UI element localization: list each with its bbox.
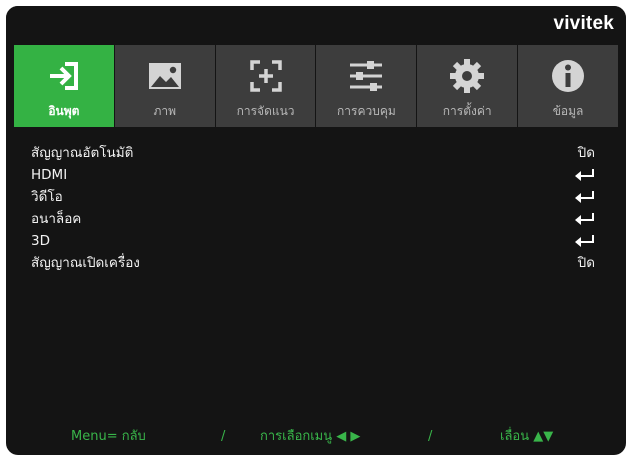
menu-item-label: 3D <box>31 233 50 249</box>
menu-item-power-on-source[interactable]: สัญญาณเปิดเครื่อง ปิด <box>14 252 618 274</box>
menu-item-label: อนาล็อค <box>31 211 82 227</box>
menu-item-auto-source[interactable]: สัญญาณอัตโนมัติ ปิด <box>14 142 618 164</box>
tab-picture[interactable]: ภาพ <box>114 45 215 127</box>
menu-item-value: ปิด <box>577 145 595 161</box>
tab-label: อินพุต <box>48 104 80 118</box>
gear-icon <box>450 59 485 93</box>
menu-item-label: วิดีโอ <box>31 189 63 205</box>
enter-icon <box>575 191 594 203</box>
alignment-icon <box>249 60 282 92</box>
enter-icon <box>575 213 594 225</box>
menu-item-label: สัญญาณอัตโนมัติ <box>31 145 134 161</box>
menu-item-analog[interactable]: อนาล็อค <box>14 208 618 230</box>
tab-input[interactable]: อินพุต <box>14 45 114 127</box>
tab-information[interactable]: ข้อมูล <box>518 45 618 127</box>
input-menu-list: สัญญาณอัตโนมัติ ปิด HDMI วิดีโอ อนาล็อค <box>14 132 618 417</box>
enter-icon <box>575 235 594 247</box>
osd-menu-window: vivitek อินพุต ภาพ การจัดแนว การควบคุม ก… <box>6 6 626 455</box>
tab-label: การจัดแนว <box>236 104 295 118</box>
menu-item-3d[interactable]: 3D <box>14 230 618 252</box>
menu-item-label: HDMI <box>31 167 68 183</box>
top-bar: vivitek <box>6 6 626 42</box>
tab-settings[interactable]: การตั้งค่า <box>417 45 518 127</box>
tab-label: ภาพ <box>153 104 177 118</box>
menu-item-video[interactable]: วิดีโอ <box>14 186 618 208</box>
footer-menu-back-hint: Menu= กลับ <box>71 429 146 444</box>
tab-control[interactable]: การควบคุม <box>316 45 417 127</box>
help-footer: Menu= กลับ / การเลือกเมนู ◀ ▶ / เลื่อน ▲… <box>14 425 618 449</box>
tab-alignment[interactable]: การจัดแนว <box>215 45 316 127</box>
menu-item-hdmi[interactable]: HDMI <box>14 164 618 186</box>
menu-item-value: ปิด <box>577 255 595 271</box>
tab-label: การควบคุม <box>337 104 396 118</box>
footer-separator: / <box>221 429 226 444</box>
footer-scroll-hint: เลื่อน ▲▼ <box>500 429 554 444</box>
info-icon <box>552 60 585 92</box>
brand-logo: vivitek <box>553 13 614 34</box>
picture-icon <box>148 63 181 89</box>
menu-item-label: สัญญาณเปิดเครื่อง <box>31 255 140 271</box>
sliders-icon <box>350 61 383 91</box>
menu-tabs: อินพุต ภาพ การจัดแนว การควบคุม การตั้งค่… <box>14 45 618 127</box>
tab-label: ข้อมูล <box>552 104 584 118</box>
input-icon <box>49 62 78 90</box>
tab-label: การตั้งค่า <box>442 104 492 118</box>
footer-separator: / <box>428 429 433 444</box>
enter-icon <box>575 169 594 181</box>
footer-select-menu-hint: การเลือกเมนู ◀ ▶ <box>260 429 361 444</box>
